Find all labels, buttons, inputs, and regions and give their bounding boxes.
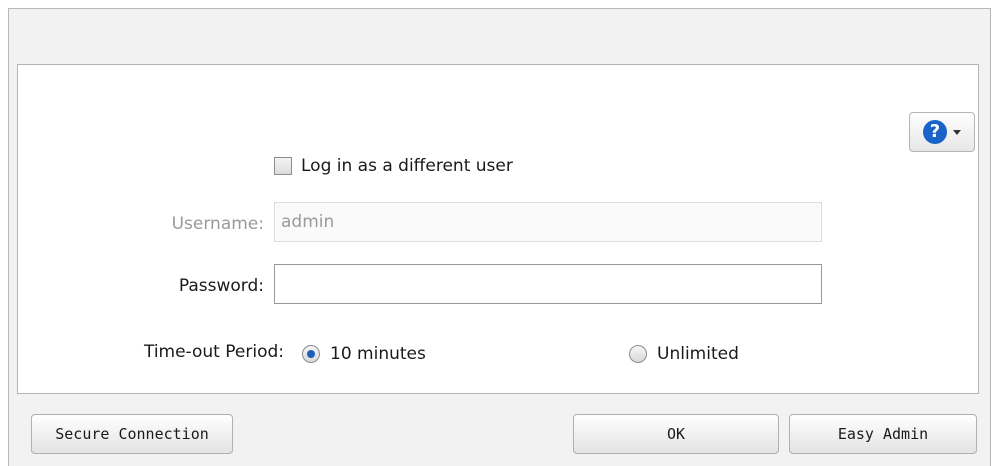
- timeout-option-label: Unlimited: [657, 344, 739, 364]
- chevron-down-icon: [953, 129, 961, 135]
- timeout-radio-unlimited[interactable]: [629, 345, 647, 363]
- password-field[interactable]: [274, 264, 822, 304]
- easy-admin-button[interactable]: Easy Admin: [789, 414, 977, 454]
- help-icon: ?: [923, 120, 947, 144]
- timeout-label: Time-out Period:: [143, 342, 284, 362]
- timeout-option-unlimited[interactable]: Unlimited: [629, 340, 739, 368]
- username-label: Username:: [171, 214, 264, 234]
- timeout-option-label: 10 minutes: [330, 344, 426, 364]
- help-dropdown-button[interactable]: ?: [909, 112, 975, 152]
- ok-button[interactable]: OK: [573, 414, 779, 454]
- different-user-checkbox[interactable]: [274, 157, 292, 175]
- password-label: Password:: [178, 276, 264, 296]
- different-user-label: Log in as a different user: [301, 156, 513, 176]
- secure-connection-button[interactable]: Secure Connection: [31, 414, 233, 454]
- timeout-radio-10-minutes[interactable]: [302, 345, 320, 363]
- timeout-option-10-minutes[interactable]: 10 minutes: [302, 340, 426, 368]
- username-field[interactable]: [274, 202, 822, 242]
- different-user-option[interactable]: Log in as a different user: [274, 152, 513, 180]
